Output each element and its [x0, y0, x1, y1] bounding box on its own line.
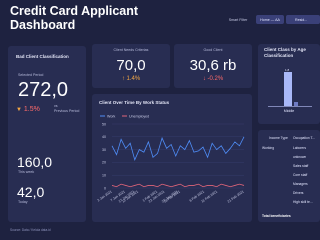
smart-filter-button[interactable]: Smart Filter [224, 15, 252, 24]
selected-period-label: Selected Period [18, 73, 44, 77]
income-table-card: Income Type Occupation T... Working Labo… [258, 130, 320, 222]
kpi-good-value: 30,6 rb [189, 57, 237, 74]
previous-period-text: Previous Period [54, 109, 80, 113]
page-title: Credit Card Applicant Dashboard [10, 4, 138, 32]
today-label: Today [18, 200, 28, 204]
table-row: Managers [293, 182, 308, 186]
legend-label-unemployed[interactable]: Unemployed [129, 114, 149, 118]
y-tick-label: 10 [102, 174, 106, 178]
table-total-label: Total beneficiaries [262, 214, 291, 218]
kpi-needs-title: Client Needs Criterias [113, 48, 149, 52]
table-header-occupation[interactable]: Occupation T... [293, 136, 315, 140]
kpi-good-change-value: -0.2% [207, 76, 224, 82]
table-header-income[interactable]: Income Type [269, 136, 288, 140]
kpi-good-change: ↓ -0.2% [174, 76, 252, 82]
table-category-working: Working [262, 146, 275, 150]
x-axis-line [268, 106, 312, 107]
this-week-label: This week [18, 170, 35, 174]
class-by-age-title-line2: Classification [264, 53, 294, 58]
tab-home[interactable]: Home — AA [256, 15, 284, 24]
selected-period-change-value: 1.5% [23, 106, 40, 113]
y-tick-label: 20 [102, 161, 106, 165]
kpi-good-card: Good Client 30,6 rb ↓ -0.2% [174, 44, 252, 88]
arrow-down-icon: ▼ [16, 107, 22, 113]
table-row: Laborers [293, 146, 307, 150]
table-row: Sales staff [293, 164, 309, 168]
comparison-text: vs Previous Period [54, 104, 79, 114]
table-row: unknown [293, 155, 307, 159]
kpi-good-title: Good Client [203, 48, 223, 52]
line-chart-card: Client Over Time By Work Status Work Unem… [92, 94, 252, 222]
selected-period-value: 272,0 [18, 79, 69, 101]
kpi-needs-change-value: 1.4% [126, 76, 141, 82]
bad-client-title: Bad Client Classification [16, 54, 69, 59]
page-title-line2: Dashboard [10, 18, 76, 32]
arrow-up-icon: ↑ [121, 76, 125, 82]
line-chart: Work Unemployed 01020304050 2 Jan 20217 J… [97, 114, 245, 203]
selected-period-change: ▼ 1.5% [16, 106, 40, 113]
series-line-unemployed [111, 183, 245, 188]
class-by-age-title: Client Class by Age Classification [264, 47, 306, 59]
this-week-value: 160,0 [17, 154, 53, 170]
kpi-needs-change: ↑ 1.4% [92, 76, 170, 82]
today-value: 42,0 [17, 184, 45, 200]
y-tick-label: 50 [102, 122, 106, 126]
bar-middle [284, 72, 292, 106]
table-row: Core staff [293, 173, 308, 177]
legend-label-work[interactable]: Work [107, 114, 116, 118]
footer-source: Source: Data / Kelola data.id [10, 228, 51, 232]
y-tick-label: 30 [102, 148, 106, 152]
page-title-line1: Credit Card Applicant [10, 4, 139, 18]
line-chart-title: Client Over Time By Work Status [99, 100, 170, 105]
class-by-age-card: Client Class by Age Classification 1,8 M… [258, 44, 320, 124]
table-row: Drivers [293, 191, 304, 195]
y-tick-label: 0 [104, 186, 106, 190]
bad-client-card: Bad Client Classification Selected Perio… [8, 46, 86, 222]
x-tick-label: 21 Feb 2021 [227, 189, 245, 203]
table-row: High skill te... [293, 200, 313, 204]
series-line-work [111, 136, 245, 162]
tab-residence[interactable]: Resid... [286, 15, 320, 24]
kpi-needs-value: 70,0 [116, 57, 146, 74]
arrow-down-icon: ↓ [202, 76, 206, 82]
bar-x-label: Middle [283, 109, 295, 113]
chart-legend: Work Unemployed [100, 114, 149, 118]
kpi-needs-card: Client Needs Criterias 70,0 ↑ 1.4% [92, 44, 170, 88]
y-tick-label: 40 [102, 135, 106, 139]
